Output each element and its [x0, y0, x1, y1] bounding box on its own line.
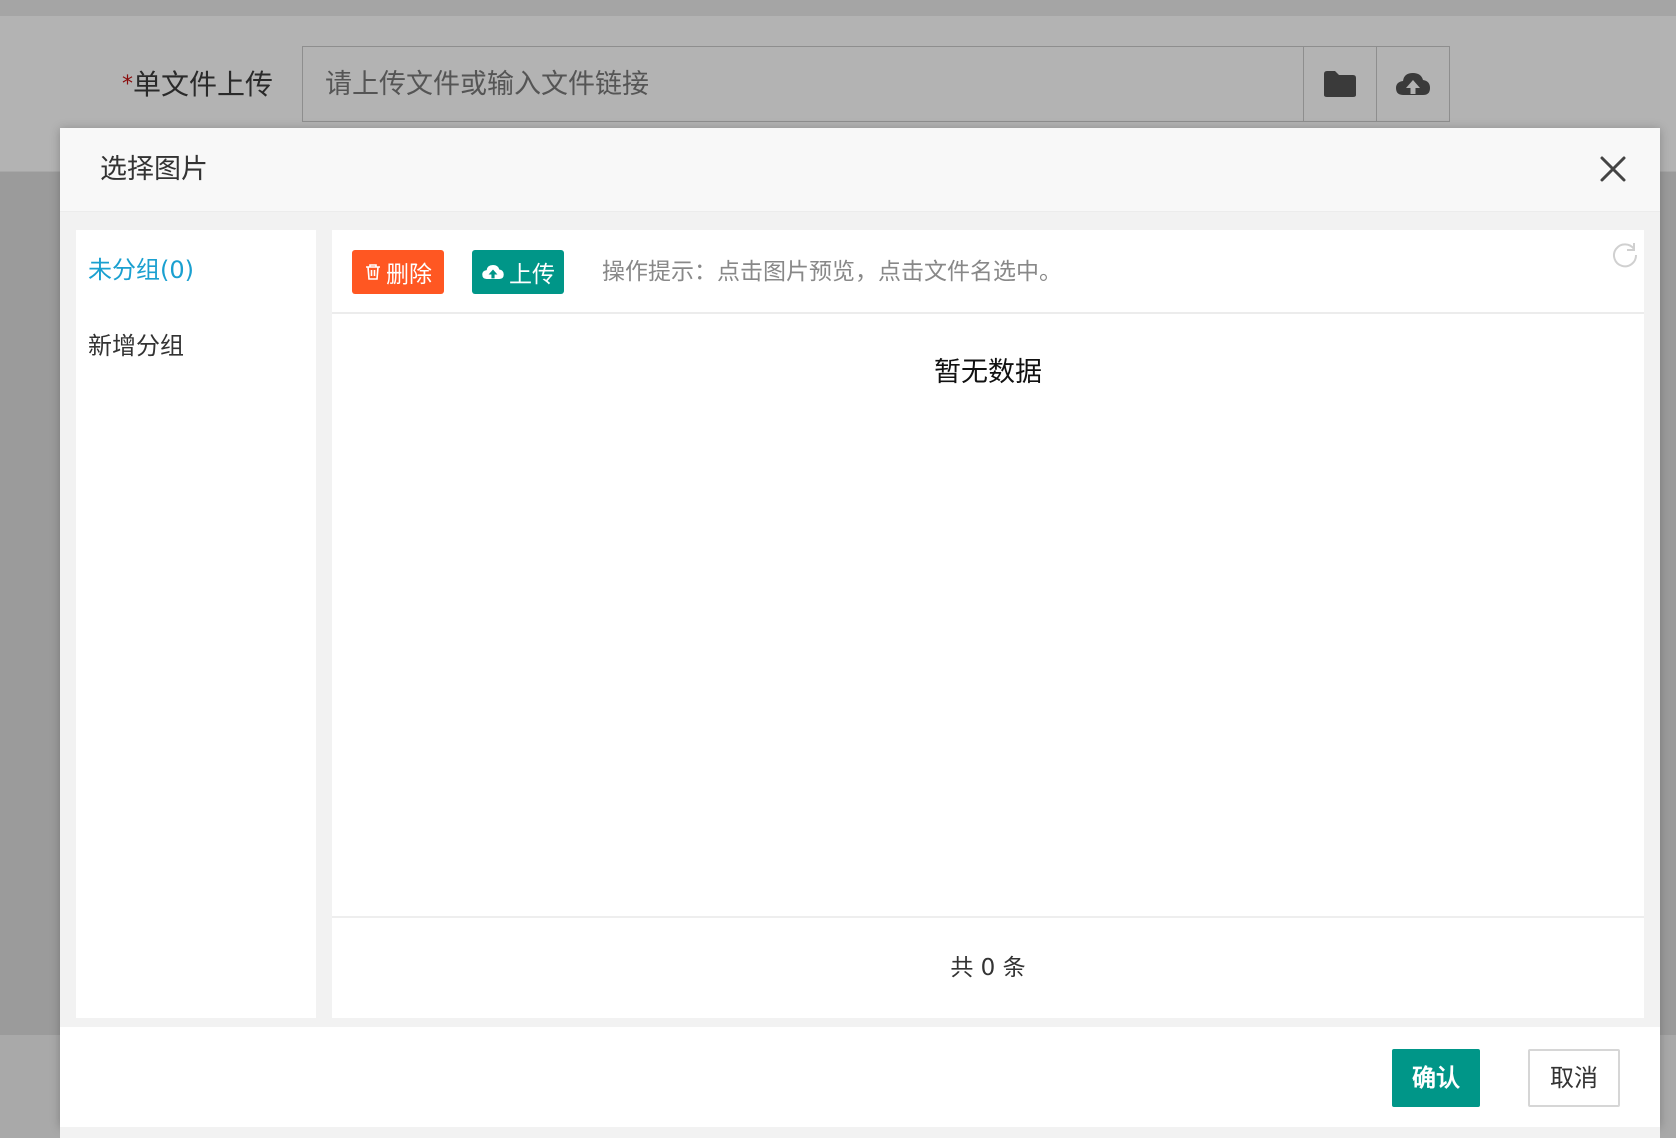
background-topbar: [0, 0, 1676, 16]
file-link-input[interactable]: [303, 47, 1303, 121]
upload-label: 上传: [509, 262, 555, 288]
choose-file-button[interactable]: [1303, 47, 1376, 121]
refresh-button[interactable]: [1610, 240, 1640, 270]
label-text: 单文件上传: [133, 68, 274, 101]
close-button[interactable]: [1598, 154, 1628, 184]
total-count: 共 0 条: [950, 955, 1026, 981]
group-sidebar: 未分组(0) 新增分组: [76, 230, 316, 1018]
cloud-upload-icon: [1396, 73, 1430, 95]
operation-tip: 操作提示：点击图片预览，点击文件名选中。: [602, 259, 1062, 285]
delete-button[interactable]: 删除: [352, 250, 444, 294]
upload-file-button[interactable]: [1376, 47, 1449, 121]
select-image-modal: 选择图片 未分组(0) 新增分组 删除 上传 操作提示：点击图片预览，点击文件名…: [60, 128, 1660, 1138]
modal-title: 选择图片: [100, 154, 208, 185]
delete-label: 删除: [386, 262, 432, 288]
required-mark: *: [122, 72, 133, 97]
folder-icon: [1324, 71, 1356, 97]
empty-state-text: 暂无数据: [934, 357, 1042, 388]
upload-button[interactable]: 上传: [472, 250, 564, 294]
single-file-upload-label: *单文件上传: [122, 62, 273, 108]
modal-footer: 确认 取消: [60, 1027, 1660, 1127]
close-icon: [1600, 156, 1626, 182]
sidebar-item-add-group[interactable]: 新增分组: [88, 326, 184, 366]
cloud-upload-icon: [482, 265, 504, 279]
file-upload-input-group: [302, 46, 1450, 122]
trash-icon: [366, 264, 380, 280]
sidebar-item-ungrouped[interactable]: 未分组(0): [88, 250, 194, 290]
content-toolbar: 删除 上传 操作提示：点击图片预览，点击文件名选中。: [332, 230, 1644, 314]
modal-header: 选择图片: [60, 128, 1660, 212]
confirm-button[interactable]: 确认: [1392, 1049, 1480, 1107]
image-content-panel: 删除 上传 操作提示：点击图片预览，点击文件名选中。 暂无数据 共 0 条: [332, 230, 1644, 1018]
cancel-button[interactable]: 取消: [1528, 1049, 1620, 1107]
refresh-icon: [1613, 243, 1638, 268]
